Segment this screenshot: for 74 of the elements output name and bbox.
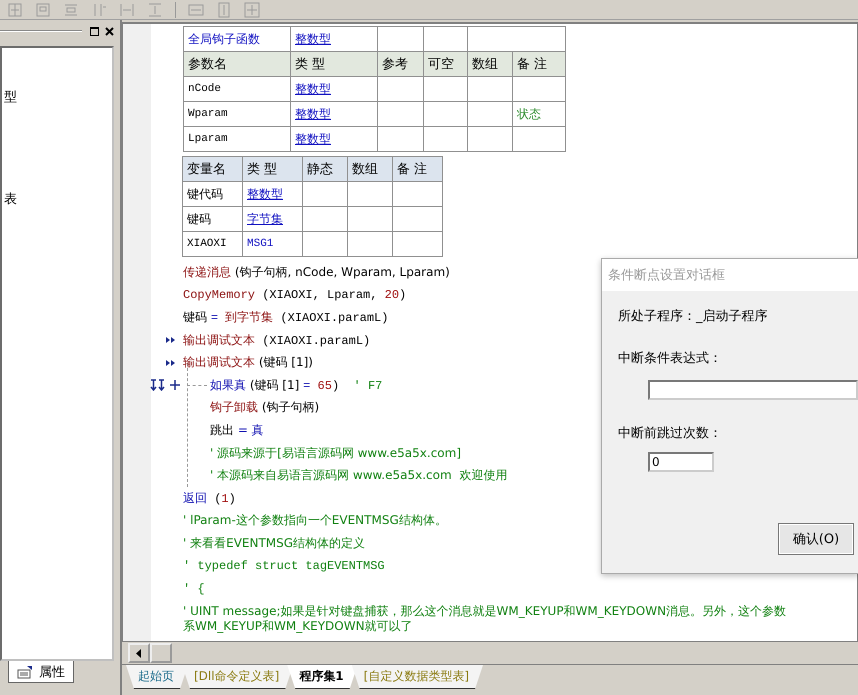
code-line: 如果真 (键码 [1] = 65) ' F7 bbox=[210, 376, 382, 394]
code-line: 传递消息 (钩子句柄, nCode, Wparam, Lparam) bbox=[183, 264, 450, 281]
code-comment: ' typedef struct tagEVENTMSG bbox=[183, 559, 385, 574]
code-line: 输出调试文本 (XIAOXI.paramL) bbox=[183, 332, 370, 349]
variable-name: XIAOXI bbox=[182, 232, 242, 256]
table-cell bbox=[378, 76, 424, 102]
table-cell bbox=[392, 232, 442, 256]
column-header: 类 型 bbox=[290, 52, 378, 76]
table-cell bbox=[392, 206, 442, 232]
param-name: nCode bbox=[184, 76, 290, 102]
code-comment: ' lParam-这个参数指向一个EVENTMSG结构体。 bbox=[183, 512, 447, 530]
confirm-button[interactable]: 确认(O) bbox=[778, 523, 854, 555]
note-cell: 状态 bbox=[512, 102, 566, 126]
properties-icon bbox=[17, 664, 33, 678]
column-header: 参数名 bbox=[184, 52, 290, 76]
table-cell bbox=[302, 232, 348, 256]
note-cell bbox=[512, 126, 566, 152]
column-header: 参考 bbox=[378, 52, 424, 76]
table-cell bbox=[424, 102, 468, 126]
column-header: 变量名 bbox=[182, 156, 242, 182]
column-header: 备 注 bbox=[392, 156, 442, 182]
table-cell bbox=[302, 182, 348, 206]
left-arrow-icon bbox=[136, 648, 142, 658]
code-line: 跳出 = 真 bbox=[210, 422, 264, 439]
condition-field[interactable] bbox=[648, 380, 858, 400]
table-cell bbox=[378, 102, 424, 126]
table-cell bbox=[468, 76, 512, 102]
close-button[interactable] bbox=[103, 24, 116, 38]
column-header: 可空 bbox=[424, 52, 468, 76]
skip-count-field[interactable]: 0 bbox=[648, 452, 714, 472]
code-line: 输出调试文本 (键码 [1]) bbox=[183, 354, 313, 372]
column-header: 备 注 bbox=[512, 52, 566, 76]
table-cell bbox=[392, 182, 442, 206]
variable-name: 键码 bbox=[182, 206, 242, 232]
dialog-title: 条件断点设置对话框 bbox=[602, 259, 858, 291]
code-comment: ' 来看看EVENTMSG结构体的定义 bbox=[183, 534, 366, 552]
scroll-left-button[interactable] bbox=[128, 643, 150, 663]
code-comment: ' 源码来源于[易语言源码网 www.e5a5x.com] bbox=[210, 444, 461, 462]
table-cell bbox=[378, 126, 424, 152]
close-icon bbox=[105, 26, 114, 36]
code-comment: 系WM_KEYUP和WM_KEYDOWN就可以了 bbox=[183, 618, 413, 635]
code-comment: ' 本源码来自易语言源码网 www.e5a5x.com 欢迎使用 bbox=[210, 467, 508, 484]
code-line: 返回 (1) bbox=[183, 490, 236, 507]
code-line: 键码 = 到字节集 (XIAOXI.paramL) bbox=[183, 308, 388, 326]
column-header: 数组 bbox=[348, 156, 392, 182]
code-comment: ' UINT message;如果是针对键盘捕获，那么这个消息就是WM_KEYUP和WM_KEYDOWN消息。另外，这个参数 bbox=[183, 602, 786, 620]
subroutine-label: 所处子程序：_启动子程序 bbox=[618, 308, 768, 325]
table-cell bbox=[424, 126, 468, 152]
maximize-icon bbox=[90, 26, 99, 36]
tree-item[interactable]: 表 bbox=[4, 190, 17, 208]
note-cell bbox=[512, 76, 566, 102]
table-cell bbox=[348, 206, 392, 232]
column-header: 数组 bbox=[468, 52, 512, 76]
subroutine-name: 全局钩子函数 bbox=[184, 26, 290, 52]
column-header: 静态 bbox=[302, 156, 348, 182]
tree-item[interactable]: 型 bbox=[4, 88, 17, 106]
skip-count-label: 中断前跳过次数： bbox=[618, 425, 723, 442]
table-cell bbox=[348, 232, 392, 256]
table-cell bbox=[302, 206, 348, 232]
editor-tab[interactable]: [自定义数据类型表] bbox=[352, 665, 484, 689]
param-name: Lparam bbox=[184, 126, 290, 152]
variable-name: 键代码 bbox=[182, 182, 242, 206]
table-cell bbox=[424, 76, 468, 102]
table-cell bbox=[348, 182, 392, 206]
scrollbar-thumb[interactable] bbox=[150, 643, 172, 663]
table-cell bbox=[468, 102, 512, 126]
code-comment: ' { bbox=[183, 582, 205, 596]
condition-label: 中断条件表达式： bbox=[618, 350, 723, 367]
properties-tab[interactable]: 属性 bbox=[8, 661, 74, 683]
param-name: Wparam bbox=[184, 102, 290, 126]
table-cell bbox=[468, 126, 512, 152]
column-header: 类 型 bbox=[242, 156, 302, 182]
code-line: CopyMemory (XIAOXI, Lparam, 20) bbox=[183, 288, 406, 302]
code-line: 钩子卸载 (钩子句柄) bbox=[210, 399, 320, 416]
